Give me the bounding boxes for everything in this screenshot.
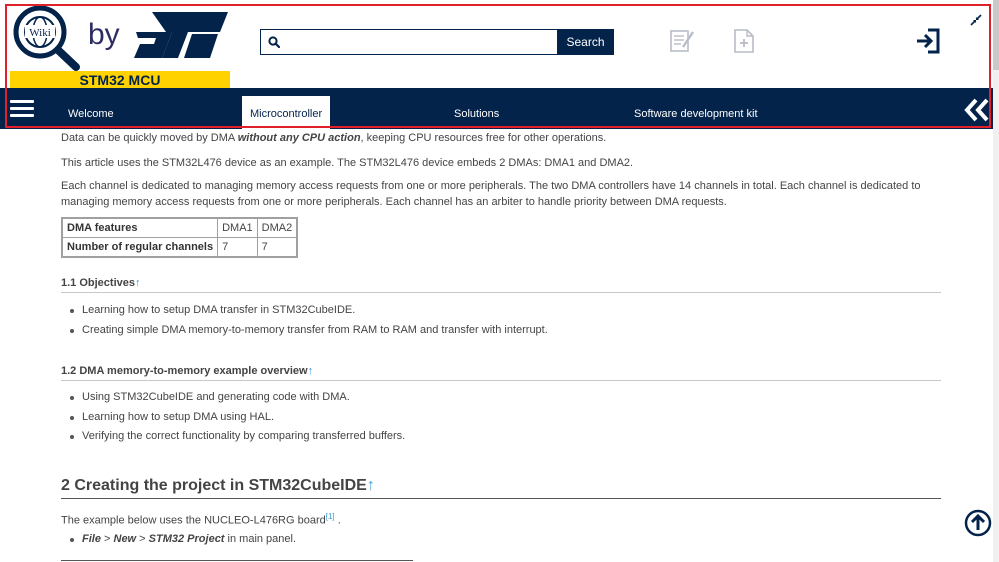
scroll-top-icon[interactable] (964, 509, 992, 537)
objectives-list: Learning how to setup DMA transfer in ST… (70, 301, 548, 341)
section-heading-overview: 1.2 DMA memory-to-memory example overvie… (61, 365, 941, 381)
table-cell: DMA1 (217, 217, 258, 238)
dma-features-table: DMA features DMA1 DMA2 Number of regular… (61, 217, 299, 258)
logo-by-text: by (88, 18, 120, 51)
create-steps-list: File > New > STM32 Project in main panel… (69, 530, 296, 550)
back-to-top-link[interactable]: ↑ (135, 277, 141, 289)
reference-link[interactable]: [1] (326, 512, 335, 521)
nav-item-microcontroller[interactable]: Microcontroller (242, 96, 331, 129)
paragraph-dma-intro: Data can be quickly moved by DMA without… (61, 132, 607, 144)
st-logo-icon[interactable] (132, 10, 230, 62)
overview-list: Using STM32CubeIDE and generating code w… (69, 388, 405, 447)
nav-item-welcome[interactable]: Welcome (68, 88, 114, 129)
search-input[interactable] (287, 32, 553, 54)
divider (61, 560, 413, 561)
back-to-top-link[interactable]: ↑ (367, 477, 375, 494)
svg-text:Wiki: Wiki (29, 27, 51, 39)
section-heading-create-project: 2 Creating the project in STM32CubeIDE↑ (61, 477, 941, 499)
search-icon (268, 36, 280, 48)
login-icon[interactable] (916, 27, 942, 55)
search-button[interactable]: Search (557, 29, 614, 55)
list-item: File > New > STM32 Project in main panel… (69, 530, 296, 550)
edit-page-icon[interactable] (669, 28, 695, 54)
table-cell: DMA2 (256, 217, 298, 238)
paragraph-channels: Each channel is dedicated to managing me… (61, 180, 921, 208)
collapse-icon[interactable] (970, 14, 982, 26)
main-nav-bar: Welcome Microcontroller Solutions Softwa… (0, 88, 999, 129)
wiki-magnifier-icon[interactable]: Wiki (12, 4, 82, 72)
add-page-icon[interactable] (732, 28, 756, 54)
chevron-left-double-icon[interactable] (964, 98, 990, 122)
list-item: Learning how to setup DMA transfer in ST… (70, 301, 548, 321)
hamburger-icon[interactable] (10, 100, 34, 118)
list-item: Using STM32CubeIDE and generating code w… (69, 388, 405, 408)
list-item: Learning how to setup DMA using HAL. (69, 408, 405, 428)
section-heading-objectives: 1.1 Objectives↑ (61, 277, 941, 293)
scrollbar[interactable] (993, 0, 999, 562)
nav-item-solutions[interactable]: Solutions (454, 88, 499, 129)
article-content: Data can be quickly moved by DMA without… (61, 129, 941, 562)
paragraph-board: The example below uses the NUCLEO-L476RG… (61, 512, 341, 527)
table-row: Number of regular channels 7 7 (61, 237, 298, 258)
table-cell: 7 (217, 237, 258, 258)
search-box[interactable] (260, 29, 558, 55)
site-header: Wiki by STM32 MCU Search (0, 0, 999, 88)
table-cell: 7 (256, 237, 298, 258)
paragraph-device: This article uses the STM32L476 device a… (61, 157, 634, 169)
list-item: Verifying the correct functionality by c… (69, 427, 405, 447)
back-to-top-link[interactable]: ↑ (308, 365, 314, 377)
scrollbar-thumb[interactable] (993, 0, 999, 70)
logo-band: STM32 MCU (10, 71, 230, 88)
nav-item-software-development-kit[interactable]: Software development kit (634, 88, 758, 129)
table-row: DMA features DMA1 DMA2 (61, 217, 298, 238)
list-item: Creating simple DMA memory-to-memory tra… (70, 321, 548, 341)
table-cell: DMA features (61, 217, 219, 238)
table-cell: Number of regular channels (61, 237, 219, 258)
